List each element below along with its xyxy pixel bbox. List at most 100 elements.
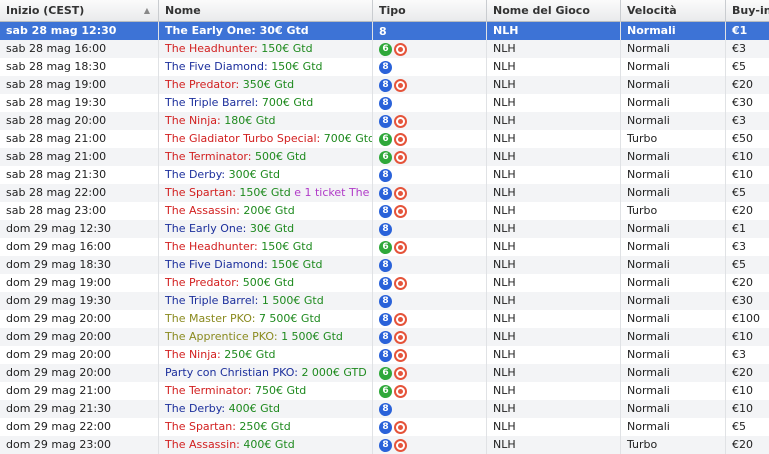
guarantee: 150€ Gtd: [261, 240, 313, 253]
cell-buyin: €3: [726, 346, 769, 364]
table-row[interactable]: sab 28 mag 21:00 The Terminator: 500€ Gtd…: [0, 148, 769, 166]
table-row[interactable]: sab 28 mag 20:00 The Ninja: 180€ Gtd 8 NLH N…: [0, 112, 769, 130]
speed: Normali: [627, 24, 676, 37]
cell-type: 8: [373, 202, 487, 220]
cell-name: The Derby: 400€ Gtd: [159, 400, 373, 418]
table-row[interactable]: dom 29 mag 19:00 The Predator: 500€ Gtd 8 N…: [0, 274, 769, 292]
guarantee: 30€ Gtd: [249, 222, 295, 235]
speed: Normali: [627, 78, 670, 91]
cell-start: dom 29 mag 20:00: [0, 310, 159, 328]
cell-name: The Ninja: 180€ Gtd: [159, 112, 373, 130]
game-name: NLH: [493, 438, 516, 451]
start-time: sab 28 mag 16:00: [6, 42, 107, 55]
table-row[interactable]: sab 28 mag 19:30 The Triple Barrel: 700€ …: [0, 94, 769, 112]
tournament-name: The Assassin:: [165, 438, 240, 451]
table-row[interactable]: dom 29 mag 18:30 The Five Diamond: 150€ G…: [0, 256, 769, 274]
start-time: sab 28 mag 21:00: [6, 150, 107, 163]
start-time: sab 28 mag 19:30: [6, 96, 107, 109]
cell-name: The Early One: 30€ Gtd: [159, 220, 373, 238]
tournament-name: Party con Christian PKO:: [165, 366, 298, 379]
bounty-target-icon: [394, 78, 407, 92]
eight-max-icon: 8: [379, 96, 392, 110]
tournament-name: The Ninja:: [165, 114, 221, 127]
cell-speed: Turbo: [621, 130, 726, 148]
cell-type: 8: [373, 76, 487, 94]
table-row[interactable]: sab 28 mag 21:30 The Derby: 300€ Gtd 8 NLH N…: [0, 166, 769, 184]
cell-speed: Normali: [621, 166, 726, 184]
table-row[interactable]: dom 29 mag 20:00 The Master PKO: 7 500€ G…: [0, 310, 769, 328]
cell-name: The Headhunter: 150€ Gtd: [159, 40, 373, 58]
start-time: dom 29 mag 19:30: [6, 294, 112, 307]
buyin: €5: [732, 60, 746, 73]
speed: Normali: [627, 168, 670, 181]
column-header-name[interactable]: Nome: [159, 0, 373, 22]
cell-start: sab 28 mag 22:00: [0, 184, 159, 202]
guarantee: 500€ Gtd: [242, 276, 295, 289]
game-name: NLH: [493, 114, 516, 127]
table-row[interactable]: dom 29 mag 19:30 The Triple Barrel: 1 500…: [0, 292, 769, 310]
table-row[interactable]: dom 29 mag 16:00 The Headhunter: 150€ Gtd…: [0, 238, 769, 256]
guarantee: 1 500€ Gtd: [261, 294, 324, 307]
column-header-game[interactable]: Nome del Gioco: [487, 0, 621, 22]
tournament-name: The Predator:: [165, 276, 240, 289]
bounty-target-icon: [394, 204, 407, 218]
start-time: sab 28 mag 21:00: [6, 132, 107, 145]
table-row[interactable]: sab 28 mag 19:00 The Predator: 350€ Gtd 8 N…: [0, 76, 769, 94]
cell-name: The Predator: 350€ Gtd: [159, 76, 373, 94]
cell-buyin: €3: [726, 238, 769, 256]
speed: Normali: [627, 420, 670, 433]
eight-max-icon: 8: [379, 222, 392, 236]
table-row[interactable]: dom 29 mag 20:00 Party con Christian PKO:…: [0, 364, 769, 382]
column-header-type[interactable]: Tipo: [373, 0, 487, 22]
speed: Normali: [627, 42, 670, 55]
cell-buyin: €100: [726, 310, 769, 328]
table-row[interactable]: dom 29 mag 21:30 The Derby: 400€ Gtd 8 NLH N…: [0, 400, 769, 418]
tournament-name: The Five Diamond:: [165, 258, 268, 271]
cell-type: 8: [373, 112, 487, 130]
table-row[interactable]: sab 28 mag 21:00 The Gladiator Turbo Spec…: [0, 130, 769, 148]
table-row[interactable]: sab 28 mag 23:00 The Assassin: 200€ Gtd 8 N…: [0, 202, 769, 220]
speed: Normali: [627, 348, 670, 361]
buyin: €5: [732, 258, 746, 271]
column-header-label: Buy-in: [732, 4, 769, 17]
cell-name: The Derby: 300€ Gtd: [159, 166, 373, 184]
eight-max-icon: 8: [379, 276, 392, 290]
cell-type: 8: [373, 184, 487, 202]
tournament-name: The Triple Barrel:: [165, 294, 259, 307]
eight-max-icon: 8: [379, 402, 392, 416]
buyin: €1: [732, 24, 748, 37]
cell-start: dom 29 mag 20:00: [0, 328, 159, 346]
cell-type: 8: [373, 256, 487, 274]
column-header-speed[interactable]: Velocità: [621, 0, 726, 22]
cell-name: The Spartan: 150€ Gtd e 1 ticket The Mas…: [159, 184, 373, 202]
start-time: dom 29 mag 20:00: [6, 366, 112, 379]
cell-buyin: €30: [726, 94, 769, 112]
game-name: NLH: [493, 312, 516, 325]
buyin: €20: [732, 78, 753, 91]
cell-buyin: €5: [726, 256, 769, 274]
table-row[interactable]: sab 28 mag 18:30 The Five Diamond: 150€ G…: [0, 58, 769, 76]
table-row[interactable]: dom 29 mag 23:00 The Assassin: 400€ Gtd 8 N…: [0, 436, 769, 454]
buyin: €20: [732, 276, 753, 289]
table-row[interactable]: dom 29 mag 20:00 The Ninja: 250€ Gtd 8 NLH N…: [0, 346, 769, 364]
start-time: dom 29 mag 22:00: [6, 420, 112, 433]
table-row[interactable]: sab 28 mag 16:00 The Headhunter: 150€ Gtd…: [0, 40, 769, 58]
table-row[interactable]: dom 29 mag 22:00 The Spartan: 250€ Gtd 8 NL…: [0, 418, 769, 436]
cell-game: NLH: [487, 58, 621, 76]
tournament-name: The Assassin:: [165, 204, 240, 217]
game-name: NLH: [493, 186, 516, 199]
guarantee: 180€ Gtd: [224, 114, 276, 127]
cell-name: The Triple Barrel: 1 500€ Gtd: [159, 292, 373, 310]
cell-speed: Normali: [621, 184, 726, 202]
table-row[interactable]: sab 28 mag 12:30 The Early One: 30€ Gtd 8 N…: [0, 22, 769, 40]
table-row[interactable]: sab 28 mag 22:00 The Spartan: 150€ Gtd e …: [0, 184, 769, 202]
table-row[interactable]: dom 29 mag 12:30 The Early One: 30€ Gtd 8 N…: [0, 220, 769, 238]
table-header: Inizio (CEST) ▲ Nome Tipo Nome del Gioco…: [0, 0, 769, 22]
table-row[interactable]: dom 29 mag 21:00 The Terminator: 750€ Gtd…: [0, 382, 769, 400]
speed: Normali: [627, 222, 670, 235]
cell-name: The Five Diamond: 150€ Gtd: [159, 58, 373, 76]
column-header-buyin[interactable]: Buy-in: [726, 0, 769, 22]
table-row[interactable]: dom 29 mag 20:00 The Apprentice PKO: 1 50…: [0, 328, 769, 346]
cell-start: sab 28 mag 20:00: [0, 112, 159, 130]
column-header-start[interactable]: Inizio (CEST) ▲: [0, 0, 159, 22]
